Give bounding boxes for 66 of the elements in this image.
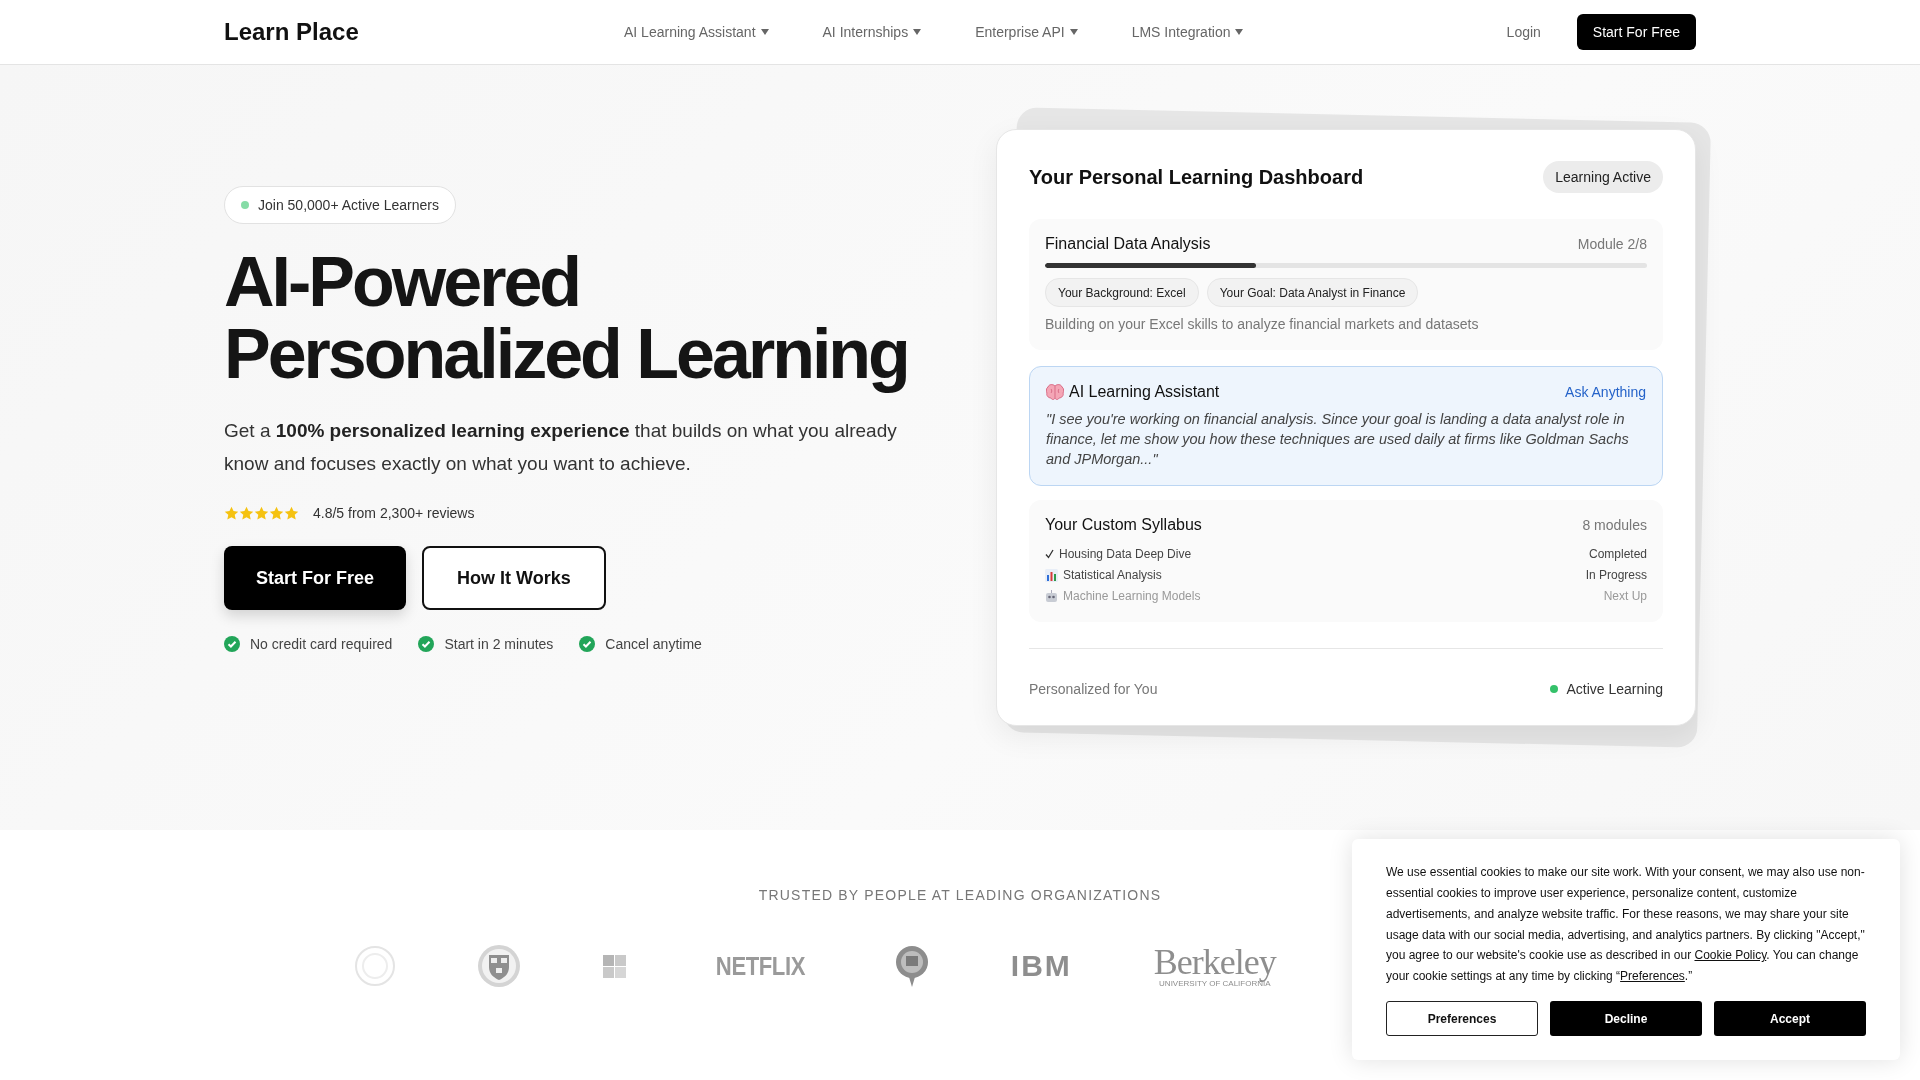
- perk-text: No credit card required: [250, 636, 393, 652]
- syllabus-title: Your Custom Syllabus: [1045, 516, 1202, 534]
- syllabus-item: Statistical Analysis: [1063, 567, 1162, 583]
- caret-icon: [1069, 29, 1078, 35]
- star-icon: [224, 505, 239, 521]
- check-icon: [1045, 549, 1054, 559]
- module-count: 8 modules: [1582, 517, 1647, 533]
- course-name: Financial Data Analysis: [1045, 235, 1211, 253]
- brand-logo[interactable]: Learn Place: [224, 18, 624, 46]
- profile-tag: Your Goal: Data Analyst in Finance: [1206, 278, 1419, 307]
- footer-text: Personalized for You: [1029, 681, 1158, 697]
- module-status: Next Up: [1603, 588, 1647, 604]
- robot-icon: [1045, 589, 1058, 603]
- how-it-works-button[interactable]: How It Works: [422, 546, 606, 610]
- footer-status: Active Learning: [1566, 681, 1663, 697]
- bar-chart-icon: [1045, 568, 1058, 582]
- cookie-preferences-button[interactable]: Preferences: [1386, 1001, 1538, 1036]
- assistant-message: "I see you're working on financial analysis. Since your goal is landing a data analyst role in finance, let me show you how these techniques are used daily at firms like Goldman Sachs and JPMorgan...": [1046, 410, 1630, 469]
- seal-logo: [355, 944, 395, 988]
- hero-subtitle: Get a 100% personalized learning experience that builds on what you already know and focuses exactly on what you want to achieve.: [224, 419, 898, 476]
- module-status: Completed: [1588, 546, 1647, 562]
- ask-anything-link[interactable]: Ask Anything: [1565, 384, 1646, 400]
- module-count: Module 2/8: [1577, 236, 1647, 252]
- wordmark-logo: NETFLIX: [715, 950, 805, 982]
- profile-tag: Your Background: Excel: [1045, 278, 1199, 307]
- start-for-free-button[interactable]: Start For Free: [224, 546, 407, 610]
- brain-icon: [1046, 384, 1064, 400]
- status-badge: Learning Active: [1543, 161, 1663, 193]
- assistant-title: AI Learning Assistant: [1069, 383, 1220, 401]
- medallion-logo: [894, 944, 929, 988]
- check-icon: [418, 636, 435, 652]
- squares-logo: [603, 954, 626, 978]
- perk-text: Cancel anytime: [605, 636, 702, 652]
- nav-link[interactable]: AI Internships: [822, 24, 922, 40]
- course-description: Building on your Excel skills to analyze financial markets and datasets: [1045, 316, 1480, 332]
- star-icon: [254, 505, 269, 521]
- start-for-free-button[interactable]: Start For Free: [1576, 14, 1696, 50]
- rating-text: 4.8/5 from 2,300+ reviews: [313, 505, 475, 521]
- star-icon: [284, 505, 299, 521]
- hero-title: AI-Powered: [224, 246, 581, 318]
- star-icon: [269, 505, 284, 521]
- nav-link[interactable]: LMS Integration: [1131, 24, 1244, 40]
- status-dot: [1550, 685, 1559, 693]
- nav-link[interactable]: AI Learning Assistant: [624, 24, 769, 40]
- trusted-heading: TRUSTED BY PEOPLE AT LEADING ORGANIZATIONS: [758, 887, 1162, 903]
- check-icon: [579, 636, 596, 652]
- caret-icon: [913, 29, 922, 35]
- caret-icon: [760, 29, 769, 35]
- check-icon: [224, 636, 240, 652]
- login-link[interactable]: Login: [1506, 24, 1541, 40]
- cookie-decline-button[interactable]: Decline: [1550, 1001, 1702, 1036]
- status-dot: [241, 201, 249, 209]
- syllabus-item: Housing Data Deep Dive: [1059, 546, 1192, 562]
- cookie-notice: We use essential cookies to make our site work. With your consent, we may also use non-essential cookies to improve user experience, personalize content, customize advertisements, and analyze website traffic. For these reasons, we may share your site usage data with our social media, advertising, and analytics partners. By clicking "Accept," you agree to our website's cookie use as described in our Cookie Policy. You can change your cookie settings at any time by clicking “Preferences.”: [1386, 864, 1866, 986]
- policy-link[interactable]: Preferences: [1620, 969, 1685, 984]
- module-status: In Progress: [1585, 567, 1647, 583]
- caret-icon: [1235, 29, 1244, 35]
- badge-text: Join 50,000+ Active Learners: [258, 197, 439, 213]
- striped-wordmark-logo: IBM: [1010, 949, 1072, 983]
- perk-text: Start in 2 minutes: [444, 636, 554, 652]
- syllabus-item: Machine Learning Models: [1063, 588, 1201, 604]
- cookie-accept-button[interactable]: Accept: [1714, 1001, 1866, 1036]
- star-icon: [239, 505, 254, 521]
- dashboard-title: Your Personal Learning Dashboard: [1029, 165, 1364, 189]
- nav-link[interactable]: Enterprise API: [975, 24, 1078, 40]
- crest-logo: [477, 944, 521, 988]
